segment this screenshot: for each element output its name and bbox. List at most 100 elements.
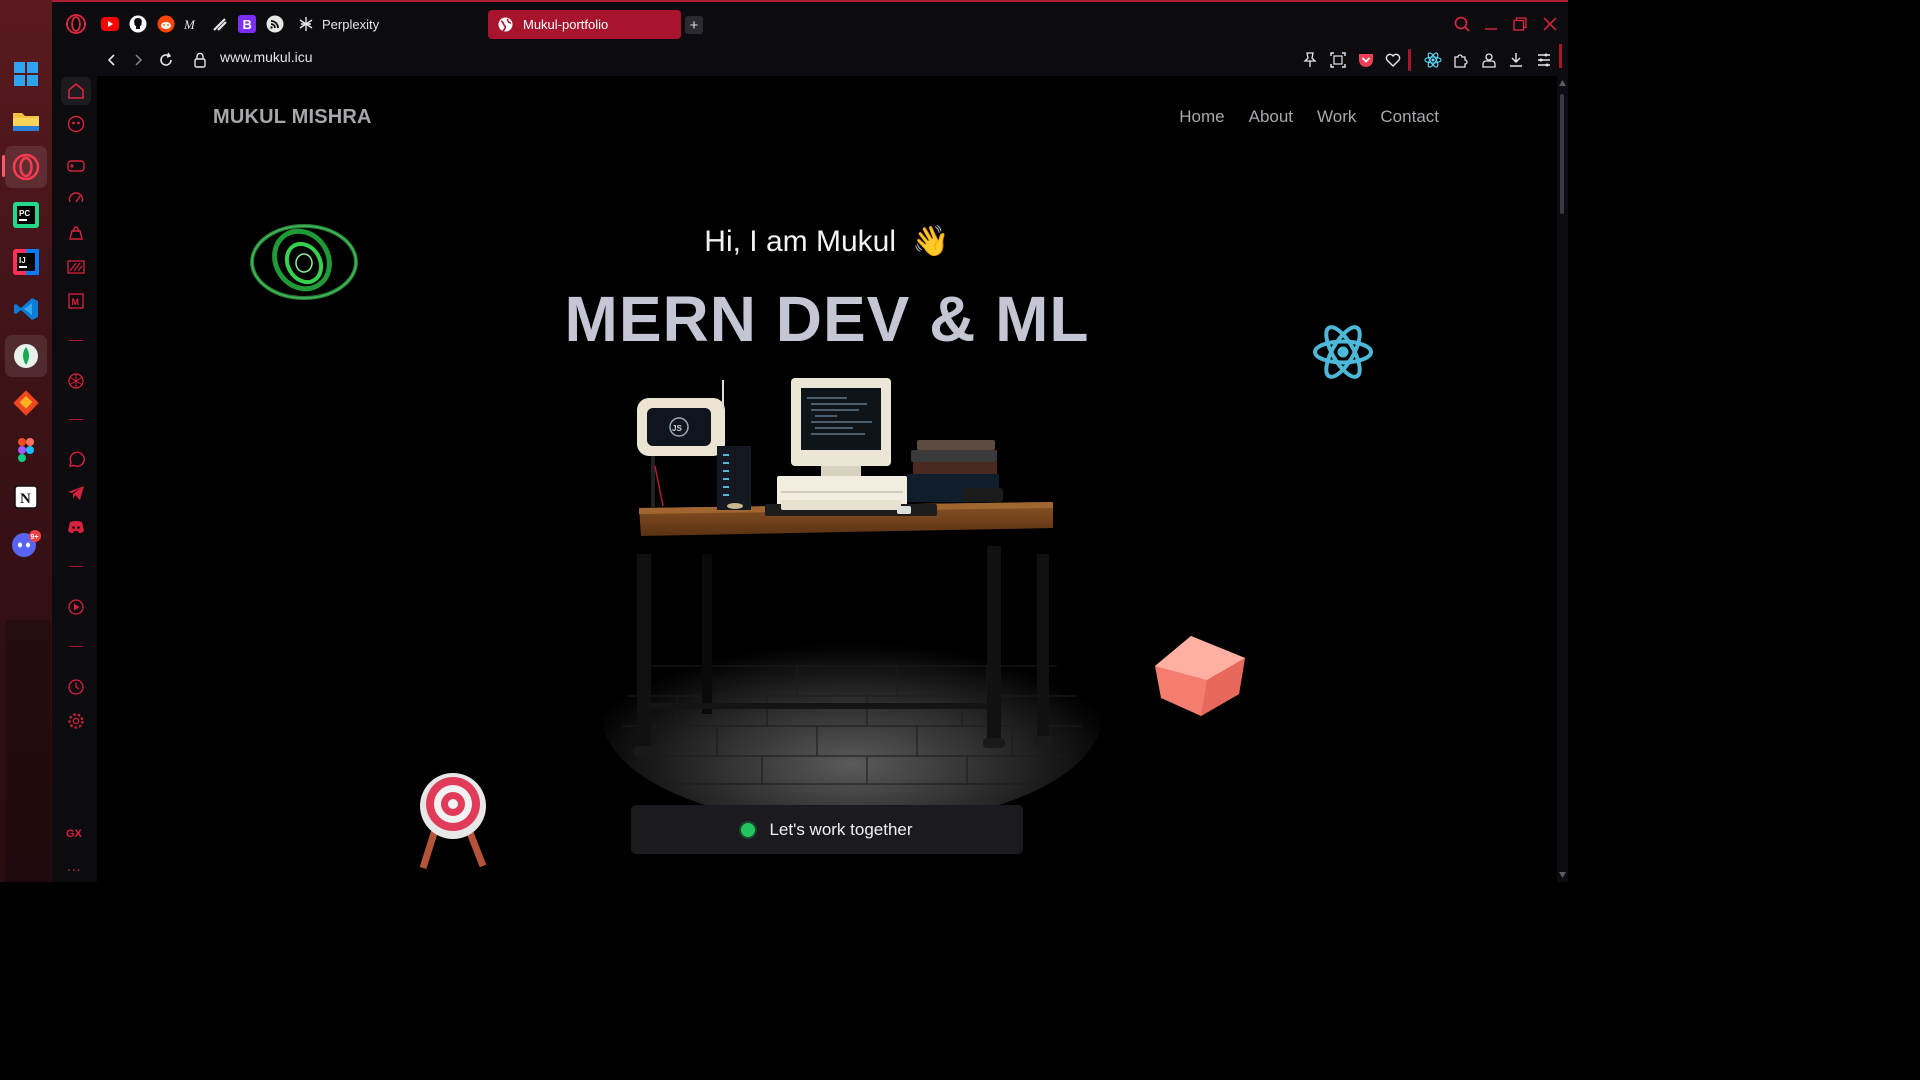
medium-icon[interactable]: M bbox=[182, 14, 202, 34]
svg-text:M: M bbox=[72, 297, 80, 307]
gx-sound-icon[interactable] bbox=[62, 254, 90, 280]
easy-setup-icon[interactable] bbox=[1534, 50, 1554, 70]
pocket-icon[interactable] bbox=[1356, 50, 1376, 70]
react-logo-icon bbox=[1313, 325, 1373, 379]
download-icon[interactable] bbox=[1506, 50, 1526, 70]
history-icon[interactable] bbox=[62, 674, 90, 700]
svg-text:B: B bbox=[243, 17, 252, 32]
sidebar-separator bbox=[69, 419, 83, 420]
snapshot-icon[interactable] bbox=[1328, 50, 1348, 70]
pen-icon[interactable] bbox=[210, 14, 230, 34]
sidebar-separator bbox=[69, 340, 83, 341]
scroll-up-icon[interactable] bbox=[1559, 80, 1566, 86]
pycharm-icon[interactable]: PC bbox=[5, 194, 47, 236]
sidebar-separator bbox=[69, 566, 83, 567]
nav-home-link[interactable]: Home bbox=[1179, 107, 1224, 127]
gx-control-icon[interactable] bbox=[62, 186, 90, 212]
forward-icon[interactable] bbox=[126, 48, 150, 72]
site-brand[interactable]: MUKUL MISHRA bbox=[213, 106, 372, 129]
desk-leg bbox=[987, 546, 1001, 746]
toolbar-divider bbox=[1408, 49, 1411, 71]
notion-icon[interactable]: N bbox=[5, 476, 47, 518]
desk-leg bbox=[637, 554, 651, 754]
figma-icon[interactable] bbox=[5, 429, 47, 471]
windows-start-icon[interactable] bbox=[5, 53, 47, 95]
profile-icon[interactable] bbox=[1479, 50, 1499, 70]
search-tabs-icon[interactable] bbox=[1452, 14, 1472, 34]
reload-icon[interactable] bbox=[154, 48, 178, 72]
hacker-desk-3d-scene: JS bbox=[602, 378, 1102, 816]
close-icon[interactable] bbox=[1540, 14, 1560, 34]
whatsapp-icon[interactable] bbox=[62, 447, 90, 473]
home-icon[interactable] bbox=[61, 77, 91, 105]
github-icon[interactable] bbox=[128, 14, 148, 34]
active-tab[interactable]: Mukul-portfolio bbox=[488, 10, 681, 39]
nav-about-link[interactable]: About bbox=[1249, 107, 1293, 127]
gx-label[interactable]: GX bbox=[66, 828, 82, 840]
reddit-icon[interactable] bbox=[156, 14, 176, 34]
extensions-icon[interactable] bbox=[1451, 50, 1471, 70]
opera-logo-icon[interactable] bbox=[66, 14, 86, 34]
browser-window: M B Perplexity Mukul-portfolio + www.muk… bbox=[52, 0, 1568, 882]
scroll-thumb[interactable] bbox=[1560, 94, 1564, 214]
mongodb-compass-icon[interactable] bbox=[5, 335, 47, 377]
discord-icon[interactable]: 9+ bbox=[5, 523, 47, 565]
work-together-button[interactable]: Let's work together bbox=[631, 805, 1023, 854]
rss-icon[interactable] bbox=[265, 14, 285, 34]
gx-corner-icon[interactable] bbox=[62, 111, 90, 137]
player-icon[interactable] bbox=[62, 594, 90, 620]
target-3d-icon bbox=[419, 773, 487, 870]
tab-bar: M B Perplexity Mukul-portfolio + bbox=[52, 0, 1568, 44]
twitch-icon[interactable] bbox=[62, 221, 90, 247]
gaming-controller-icon[interactable] bbox=[62, 153, 90, 179]
react-devtools-icon[interactable] bbox=[1423, 50, 1443, 70]
restore-icon[interactable] bbox=[1510, 14, 1530, 34]
opera-sidebar: M GX ... bbox=[52, 76, 96, 882]
file-explorer-icon[interactable] bbox=[5, 100, 47, 142]
svg-text:JS: JS bbox=[672, 424, 682, 433]
url-field[interactable]: www.mukul.icu bbox=[220, 49, 313, 65]
git-icon[interactable] bbox=[5, 382, 47, 424]
svg-text:PC: PC bbox=[19, 209, 30, 218]
intellij-icon[interactable]: IJ bbox=[5, 241, 47, 283]
scroll-down-icon[interactable] bbox=[1559, 872, 1566, 878]
discord-sidebar-icon[interactable] bbox=[62, 514, 90, 540]
telegram-icon[interactable] bbox=[62, 480, 90, 506]
greeting-text: Hi, I am Mukul bbox=[704, 225, 896, 258]
perplexity-icon bbox=[299, 17, 313, 31]
nav-work-link[interactable]: Work bbox=[1317, 107, 1356, 127]
taskbar-tray bbox=[5, 620, 51, 882]
bootstrap-icon[interactable]: B bbox=[237, 14, 257, 34]
hero-greeting: Hi, I am Mukul 👋 bbox=[97, 224, 1557, 259]
site-nav: Home About Work Contact bbox=[1179, 107, 1439, 127]
pin-icon[interactable] bbox=[1300, 50, 1320, 70]
new-tab-button[interactable]: + bbox=[685, 16, 703, 34]
settings-gear-icon[interactable] bbox=[62, 708, 90, 734]
heart-icon[interactable] bbox=[1383, 50, 1403, 70]
page-scrollbar[interactable] bbox=[1557, 76, 1568, 882]
tab-title: Mukul-portfolio bbox=[523, 17, 609, 32]
vscode-icon[interactable] bbox=[5, 288, 47, 330]
pink-cube-3d-icon bbox=[1155, 636, 1245, 716]
perplexity-shortcut[interactable]: Perplexity bbox=[298, 16, 379, 32]
toolbar-edge-accent bbox=[1559, 44, 1562, 68]
sidebar-more-button[interactable]: ... bbox=[67, 858, 82, 874]
wave-emoji: 👋 bbox=[912, 225, 950, 258]
lock-icon[interactable] bbox=[188, 48, 212, 72]
keyboard bbox=[781, 500, 901, 510]
status-dot-icon bbox=[741, 822, 756, 837]
chatgpt-icon[interactable] bbox=[62, 368, 90, 394]
back-icon[interactable] bbox=[100, 48, 124, 72]
globe-icon bbox=[498, 17, 513, 32]
youtube-icon[interactable] bbox=[100, 14, 120, 34]
svg-text:M: M bbox=[183, 17, 196, 31]
discord-badge: 9+ bbox=[31, 534, 39, 541]
minimize-icon[interactable] bbox=[1481, 14, 1501, 34]
webpage: MUKUL MISHRA Home About Work Contact Hi,… bbox=[97, 76, 1557, 882]
opera-gx-icon[interactable] bbox=[5, 146, 47, 188]
nav-contact-link[interactable]: Contact bbox=[1380, 107, 1439, 127]
music-player-icon[interactable]: M bbox=[62, 288, 90, 314]
sidebar-separator bbox=[69, 646, 83, 647]
svg-text:IJ: IJ bbox=[19, 256, 26, 265]
svg-text:N: N bbox=[20, 491, 31, 507]
